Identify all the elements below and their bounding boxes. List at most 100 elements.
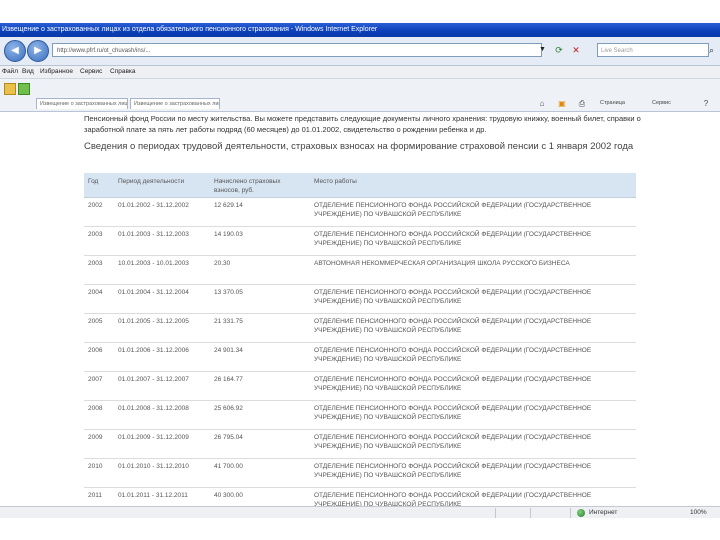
- cell-period: 01.01.2004 - 31.12.2004: [114, 284, 210, 314]
- feeds-icon[interactable]: ▣: [556, 98, 568, 109]
- status-divider: [530, 508, 531, 518]
- cell-period: 01.01.2002 - 31.12.2002: [114, 197, 210, 227]
- cell-year: 2010: [84, 458, 114, 488]
- table-header-row: Год Период деятельности Начислено страхо…: [84, 173, 636, 198]
- home-icon[interactable]: ⌂: [536, 98, 548, 109]
- cell-period: 01.01.2005 - 31.12.2005: [114, 313, 210, 343]
- cell-amount: 25 606.92: [210, 400, 310, 430]
- address-input[interactable]: http://www.pfrf.ru/ot_chuvash/ins/...: [52, 43, 542, 57]
- cell-year: 2009: [84, 429, 114, 459]
- back-arrow-icon[interactable]: ◀: [4, 40, 26, 62]
- table-row: 2003 01.01.2003 - 31.12.2003 14 190.03 О…: [84, 226, 636, 256]
- cell-period: 01.01.2010 - 31.12.2010: [114, 458, 210, 488]
- cell-year: 2003: [84, 226, 114, 256]
- cell-year: 2007: [84, 371, 114, 401]
- cell-year: 2006: [84, 342, 114, 372]
- tools-menu[interactable]: Сервис: [652, 98, 671, 109]
- browser-window: Извещение о застрахованных лицах из отде…: [0, 23, 720, 518]
- column-header-period: Период деятельности: [114, 173, 210, 198]
- cell-period: 01.01.2008 - 31.12.2008: [114, 400, 210, 430]
- table-row: 2010 01.01.2010 - 31.12.2010 41 700.00 О…: [84, 458, 636, 488]
- page-content: Пенсионный фонд России по месту жительст…: [0, 112, 720, 506]
- cell-employer: ОТДЕЛЕНИЕ ПЕНСИОННОГО ФОНДА РОССИЙСКОЙ Ф…: [310, 197, 636, 227]
- cell-amount: 20.30: [210, 255, 310, 285]
- security-zone: Интернет: [589, 509, 618, 516]
- cell-amount: 40 300.00: [210, 487, 310, 506]
- tab-first[interactable]: Извещение о застрахованных лицах: [36, 98, 128, 109]
- menu-bar: Файл Вид Избранное Сервис Справка: [0, 66, 720, 79]
- cell-employer: ОТДЕЛЕНИЕ ПЕНСИОННОГО ФОНДА РОССИЙСКОЙ Ф…: [310, 371, 636, 401]
- cell-amount: 12 629.14: [210, 197, 310, 227]
- contributions-table: Год Период деятельности Начислено страхо…: [84, 173, 636, 506]
- zoom-level[interactable]: 100%: [690, 507, 707, 518]
- search-icon[interactable]: ⌕: [709, 43, 719, 57]
- star-icon[interactable]: [4, 83, 16, 95]
- stop-icon[interactable]: ✕: [569, 43, 583, 57]
- cell-amount: 41 700.00: [210, 458, 310, 488]
- cell-amount: 26 164.77: [210, 371, 310, 401]
- menu-item-help[interactable]: Справка: [110, 66, 136, 78]
- cell-employer: ОТДЕЛЕНИЕ ПЕНСИОННОГО ФОНДА РОССИЙСКОЙ Ф…: [310, 342, 636, 372]
- cell-period: 10.01.2003 - 10.01.2003: [114, 255, 210, 285]
- table-row: 2011 01.01.2011 - 31.12.2011 40 300.00 О…: [84, 487, 636, 506]
- cell-period: 01.01.2007 - 31.12.2007: [114, 371, 210, 401]
- cell-employer: ОТДЕЛЕНИЕ ПЕНСИОННОГО ФОНДА РОССИЙСКОЙ Ф…: [310, 458, 636, 488]
- menu-item-tools[interactable]: Сервис: [80, 66, 102, 78]
- page-menu[interactable]: Страница: [600, 98, 625, 109]
- status-divider: [495, 508, 496, 518]
- cell-employer: ОТДЕЛЕНИЕ ПЕНСИОННОГО ФОНДА РОССИЙСКОЙ Ф…: [310, 226, 636, 256]
- cell-employer: АВТОНОМНАЯ НЕКОММЕРЧЕСКАЯ ОРГАНИЗАЦИЯ ШК…: [310, 255, 636, 285]
- cell-amount: 24 901.34: [210, 342, 310, 372]
- help-icon[interactable]: ?: [700, 98, 712, 109]
- window-title: Извещение о застрахованных лицах из отде…: [2, 26, 378, 33]
- table-row: 2008 01.01.2008 - 31.12.2008 25 606.92 О…: [84, 400, 636, 430]
- tab-bar: Извещение о застрахованных лицах Извещен…: [0, 79, 720, 112]
- forward-arrow-icon[interactable]: ▶: [27, 40, 49, 62]
- cell-year: 2011: [84, 487, 114, 506]
- cell-amount: 26 795.04: [210, 429, 310, 459]
- menu-item-favorites[interactable]: Избранное: [40, 66, 73, 78]
- cell-amount: 21 331.75: [210, 313, 310, 343]
- refresh-icon[interactable]: ⟳: [552, 43, 566, 57]
- cell-employer: ОТДЕЛЕНИЕ ПЕНСИОННОГО ФОНДА РОССИЙСКОЙ Ф…: [310, 313, 636, 343]
- table-row: 2009 01.01.2009 - 31.12.2009 26 795.04 О…: [84, 429, 636, 459]
- address-row: ◀ ▶ http://www.pfrf.ru/ot_chuvash/ins/..…: [0, 37, 720, 66]
- print-icon[interactable]: ⎙: [576, 98, 588, 109]
- column-header-year: Год: [84, 173, 114, 198]
- cell-year: 2004: [84, 284, 114, 314]
- table-row: 2005 01.01.2005 - 31.12.2005 21 331.75 О…: [84, 313, 636, 343]
- cell-period: 01.01.2003 - 31.12.2003: [114, 226, 210, 256]
- table-row: 2007 01.01.2007 - 31.12.2007 26 164.77 О…: [84, 371, 636, 401]
- table-row: 2004 01.01.2004 - 31.12.2004 13 370.05 О…: [84, 284, 636, 314]
- cell-employer: ОТДЕЛЕНИЕ ПЕНСИОННОГО ФОНДА РОССИЙСКОЙ Ф…: [310, 400, 636, 430]
- tab-second[interactable]: Извещение о застрахованных лицах: [130, 98, 220, 109]
- section-heading: Сведения о периодах трудовой деятельност…: [84, 141, 634, 152]
- cell-year: 2005: [84, 313, 114, 343]
- status-divider: [570, 508, 571, 518]
- status-bar: Интернет 100%: [0, 506, 720, 518]
- cell-period: 01.01.2009 - 31.12.2009: [114, 429, 210, 459]
- column-header-amount: Начислено страховых взносов, руб.: [210, 173, 310, 198]
- cell-amount: 13 370.05: [210, 284, 310, 314]
- menu-item-file[interactable]: Файл: [2, 66, 18, 78]
- title-bar: Извещение о застрахованных лицах из отде…: [0, 23, 720, 37]
- cell-year: 2003: [84, 255, 114, 285]
- add-favorite-icon[interactable]: [18, 83, 30, 95]
- search-input[interactable]: Live Search: [597, 43, 709, 57]
- table-row: 2003 10.01.2003 - 10.01.2003 20.30 АВТОН…: [84, 255, 636, 285]
- cell-employer: ОТДЕЛЕНИЕ ПЕНСИОННОГО ФОНДА РОССИЙСКОЙ Ф…: [310, 284, 636, 314]
- cell-employer: ОТДЕЛЕНИЕ ПЕНСИОННОГО ФОНДА РОССИЙСКОЙ Ф…: [310, 429, 636, 459]
- globe-icon: [577, 509, 585, 517]
- column-header-employer: Место работы: [310, 173, 636, 198]
- menu-item-view[interactable]: Вид: [22, 66, 34, 78]
- table-row: 2006 01.01.2006 - 31.12.2006 24 901.34 О…: [84, 342, 636, 372]
- cell-period: 01.01.2011 - 31.12.2011: [114, 487, 210, 506]
- cell-period: 01.01.2006 - 31.12.2006: [114, 342, 210, 372]
- cell-year: 2008: [84, 400, 114, 430]
- cell-amount: 14 190.03: [210, 226, 310, 256]
- intro-text: Пенсионный фонд России по месту жительст…: [84, 114, 641, 134]
- chevron-down-icon[interactable]: ▼: [538, 44, 547, 56]
- table-row: 2002 01.01.2002 - 31.12.2002 12 629.14 О…: [84, 197, 636, 227]
- cell-year: 2002: [84, 197, 114, 227]
- cell-employer: ОТДЕЛЕНИЕ ПЕНСИОННОГО ФОНДА РОССИЙСКОЙ Ф…: [310, 487, 636, 506]
